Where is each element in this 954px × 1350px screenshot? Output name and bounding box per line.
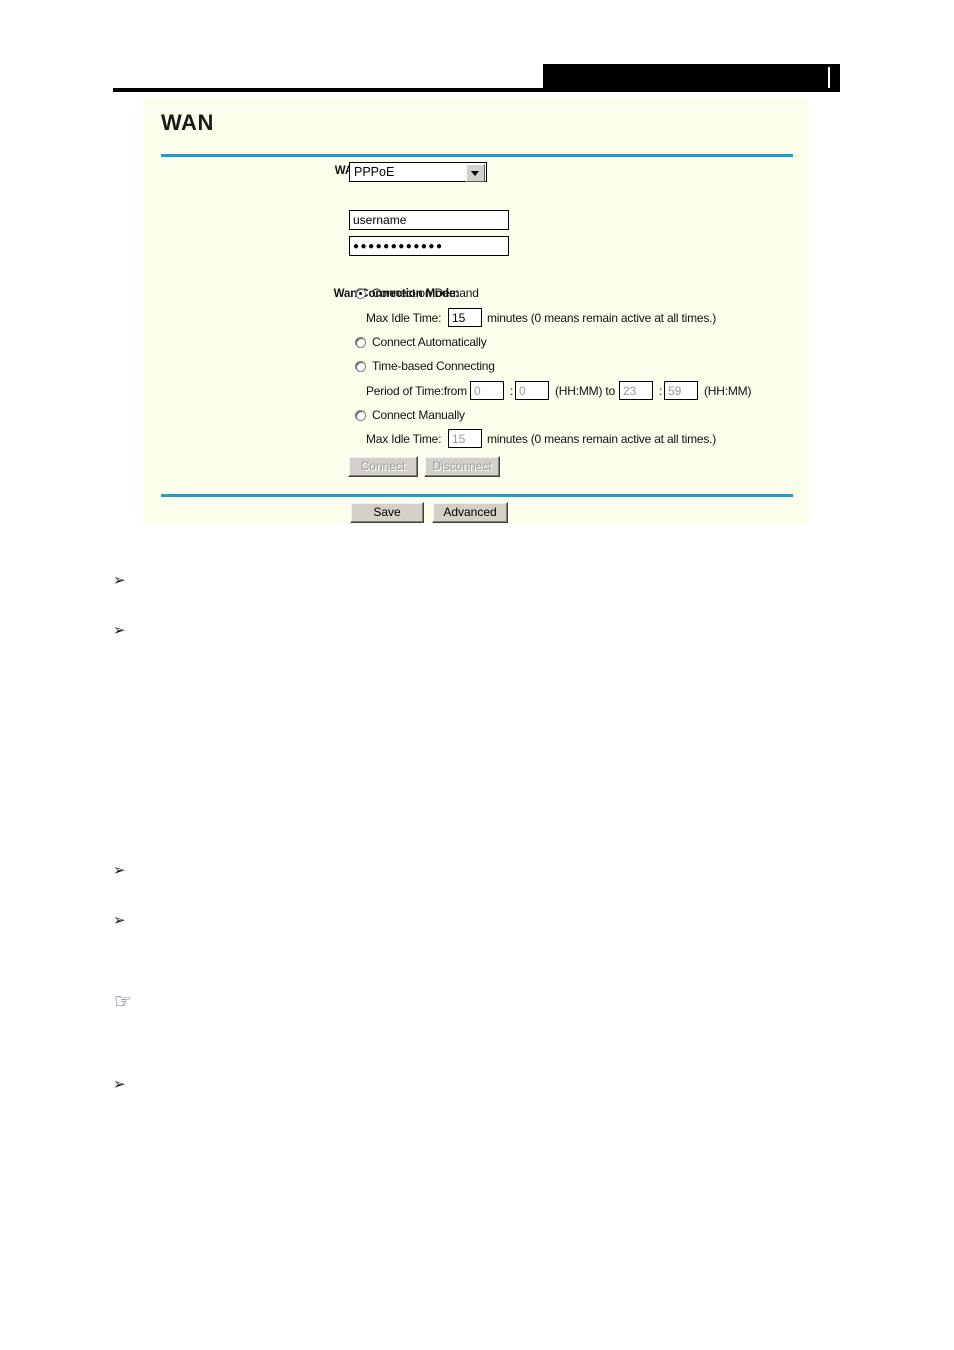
page-title: WAN — [161, 110, 214, 135]
arrow-bullet-icon: ➢ — [113, 621, 126, 639]
radio-indicator-connect-manually[interactable] — [355, 410, 366, 421]
max-idle-time-demand-suffix: minutes (0 means remain active at all ti… — [487, 311, 717, 325]
period-to-minute-input[interactable]: 59 — [664, 381, 698, 400]
period-from-hour-input[interactable]: 0 — [470, 381, 504, 400]
wan-connection-type-select[interactable]: PPPoE — [349, 162, 487, 182]
radio-indicator-time-based-connecting[interactable] — [355, 361, 366, 372]
arrow-bullet-icon: ➢ — [113, 571, 126, 589]
password-input[interactable]: ●●●●●●●●●●●● — [349, 236, 509, 256]
max-idle-time-demand-label: Max Idle Time: — [366, 311, 442, 325]
period-from-minute-input[interactable]: 0 — [515, 381, 549, 400]
connect-button[interactable]: Connect — [348, 456, 418, 477]
panel-divider-bottom — [161, 494, 793, 497]
user-name-input[interactable]: username — [349, 210, 509, 230]
radio-indicator-connect-on-demand[interactable] — [355, 288, 366, 299]
wan-connection-type-value: PPPoE — [354, 165, 395, 179]
arrow-bullet-icon: ➢ — [113, 861, 126, 879]
panel-divider-top — [161, 154, 793, 157]
arrow-bullet-icon: ➢ — [113, 911, 126, 929]
arrow-bullet-icon: ➢ — [113, 1075, 126, 1093]
pointing-hand-icon: ☞ — [114, 989, 132, 1013]
page-header-rule — [113, 88, 840, 92]
chevron-down-icon[interactable] — [466, 164, 485, 182]
period-of-time-label: Period of Time:from — [366, 384, 467, 398]
period-from-format-label: (HH:MM) to — [555, 384, 615, 398]
disconnect-button[interactable]: Disconnect — [424, 456, 500, 477]
save-button[interactable]: Save — [350, 502, 424, 523]
page-header-black-bar — [543, 64, 840, 91]
max-idle-time-manual-label: Max Idle Time: — [366, 432, 442, 446]
page-header-bar-separator — [828, 67, 830, 89]
radio-label-connect-on-demand: Connect on Demand — [372, 286, 479, 300]
radio-label-connect-manually: Connect Manually — [372, 408, 465, 422]
period-from-separator: : — [510, 384, 514, 398]
wan-config-panel: WAN WAN Connection Type: PPPoE User Name… — [143, 98, 808, 524]
max-idle-time-manual-input[interactable]: 15 — [448, 429, 482, 448]
period-to-separator: : — [659, 384, 663, 398]
max-idle-time-demand-input[interactable]: 15 — [448, 308, 482, 327]
max-idle-time-manual-suffix: minutes (0 means remain active at all ti… — [487, 432, 717, 446]
period-to-format-label: (HH:MM) — [704, 384, 752, 398]
advanced-button[interactable]: Advanced — [432, 502, 508, 523]
radio-indicator-connect-automatically[interactable] — [355, 337, 366, 348]
radio-label-connect-automatically: Connect Automatically — [372, 335, 487, 349]
radio-label-time-based-connecting: Time-based Connecting — [372, 359, 495, 373]
period-to-hour-input[interactable]: 23 — [619, 381, 653, 400]
